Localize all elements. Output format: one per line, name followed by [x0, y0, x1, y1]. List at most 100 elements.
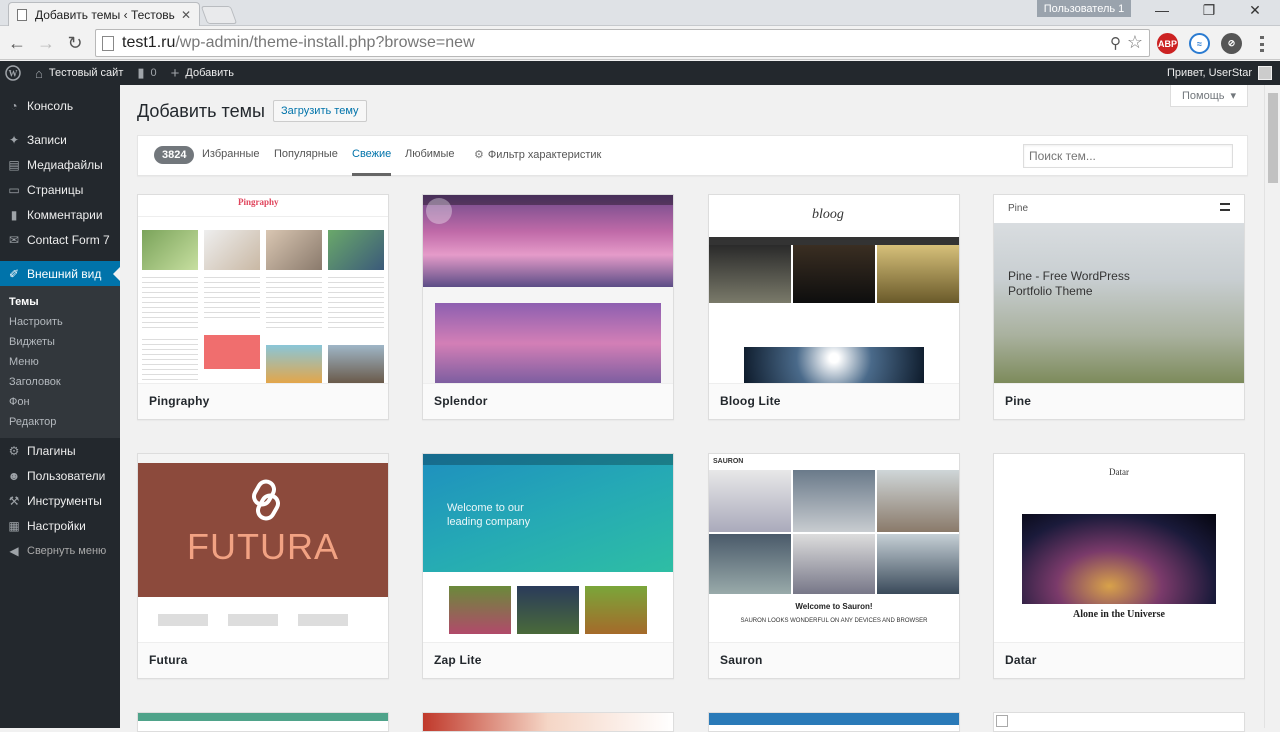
- theme-card[interactable]: [137, 712, 389, 732]
- submenu-editor[interactable]: Редактор: [0, 412, 120, 432]
- theme-card[interactable]: Splendor: [422, 194, 674, 420]
- sidebar-item-tools[interactable]: ⚒ Инструменты: [0, 488, 120, 513]
- sidebar-item-appearance[interactable]: ✐ Внешний вид: [0, 261, 120, 286]
- address-bar[interactable]: test1.ru/wp-admin/theme-install.php?brow…: [95, 29, 1150, 57]
- sidebar-item-label: Плагины: [27, 443, 76, 458]
- plus-icon: +: [170, 64, 180, 82]
- preview-logo: SAURON: [713, 458, 744, 465]
- theme-name: Sauron: [709, 643, 959, 678]
- users-icon: ☻: [7, 468, 21, 483]
- minimize-icon[interactable]: —: [1147, 2, 1177, 22]
- sidebar-item-users[interactable]: ☻ Пользователи: [0, 463, 120, 488]
- add-new-link[interactable]: + Добавить: [164, 61, 241, 85]
- preview-headline: Portfolio Theme: [1008, 284, 1093, 298]
- submenu-customize[interactable]: Настроить: [0, 312, 120, 332]
- help-button[interactable]: Помощь ▾: [1170, 85, 1248, 107]
- sidebar-item-comments[interactable]: ▮ Комментарии: [0, 202, 120, 227]
- theme-screenshot: bloog: [709, 195, 959, 384]
- theme-card[interactable]: [708, 712, 960, 732]
- avatar: [1258, 66, 1272, 80]
- theme-search-input[interactable]: [1023, 144, 1233, 168]
- sidebar-item-label: Консоль: [27, 98, 74, 113]
- sidebar-item-settings[interactable]: ▦ Настройки: [0, 513, 120, 538]
- scrollbar-thumb[interactable]: [1268, 93, 1278, 183]
- sidebar-item-label: Инструменты: [27, 493, 102, 508]
- submenu-header[interactable]: Заголовок: [0, 372, 120, 392]
- admin-sidebar: ◔ Консоль ✦ Записи ▤ Медиафайлы ▭ Страницы ▮…: [0, 85, 120, 728]
- adblock-icon[interactable]: ABP: [1157, 33, 1178, 54]
- restore-icon[interactable]: ❐: [1194, 2, 1224, 22]
- theme-count-badge: 3824: [154, 146, 195, 164]
- sidebar-item-contact-form[interactable]: ✉ Contact Form 7: [0, 227, 120, 252]
- submenu-background[interactable]: Фон: [0, 392, 120, 412]
- theme-card[interactable]: Welcome to our leading company Zap Lite: [422, 453, 674, 679]
- sidebar-item-plugins[interactable]: ⚙ Плагины: [0, 438, 120, 463]
- theme-card[interactable]: Pingraphy Pingraphy: [137, 194, 389, 420]
- theme-card[interactable]: bloog Bloog Lite: [708, 194, 960, 420]
- browser-toolbar: ← → ↻ test1.ru/wp-admin/theme-install.ph…: [0, 26, 1280, 60]
- site-name: Тестовый сайт: [48, 67, 124, 79]
- tab-close-icon[interactable]: ✕: [181, 8, 191, 22]
- collapse-arrow-icon: ◀: [9, 543, 19, 558]
- tab-favorites[interactable]: Любимые: [405, 148, 455, 160]
- theme-screenshot: SAURON Welcome to Sauron! SAURON LOOKS W…: [709, 454, 959, 643]
- my-account[interactable]: Привет, UserStar: [1167, 61, 1272, 85]
- sidebar-item-media[interactable]: ▤ Медиафайлы: [0, 152, 120, 177]
- sidebar-item-label: Страницы: [27, 182, 84, 197]
- browser-menu-icon[interactable]: [1255, 36, 1269, 52]
- plugin-icon: ⚙: [8, 443, 20, 458]
- wp-admin-bar: W ⌂ Тестовый сайт ▮ 0 + Добавить Привет,…: [0, 61, 1280, 85]
- theme-card[interactable]: Datar Alone in the Universe Datar: [993, 453, 1245, 679]
- pin-icon: ✦: [8, 132, 20, 147]
- theme-name: Datar: [994, 643, 1244, 678]
- theme-card[interactable]: SAURON Welcome to Sauron! SAURON LOOKS W…: [708, 453, 960, 679]
- page-info-icon[interactable]: [102, 35, 114, 51]
- sidebar-item-label: Комментарии: [27, 207, 103, 222]
- theme-filter-bar: 3824 Избранные Популярные Свежие Любимые…: [137, 135, 1248, 176]
- wordpress-logo-icon[interactable]: W: [0, 61, 28, 85]
- feature-filter-label: Фильтр характеристик: [487, 149, 602, 161]
- appearance-submenu: Темы Настроить Виджеты Меню Заголовок Фо…: [0, 286, 120, 438]
- sidebar-item-dashboard[interactable]: ◔ Консоль: [0, 93, 120, 118]
- url-path: /wp-admin/theme-install.php?browse=new: [175, 34, 475, 51]
- theme-card[interactable]: [993, 712, 1245, 732]
- submenu-menus[interactable]: Меню: [0, 352, 120, 372]
- page-icon: [17, 8, 27, 21]
- forward-icon[interactable]: →: [34, 31, 58, 55]
- feature-filter-button[interactable]: ⚙ Фильтр характеристик: [474, 148, 601, 161]
- sync-extension-icon[interactable]: ≈: [1189, 33, 1210, 54]
- theme-card[interactable]: [422, 712, 674, 732]
- theme-screenshot: Datar Alone in the Universe: [994, 454, 1244, 643]
- brush-icon: ✐: [8, 266, 20, 281]
- comments-link[interactable]: ▮ 0: [130, 61, 163, 85]
- sidebar-item-pages[interactable]: ▭ Страницы: [0, 177, 120, 202]
- comments-count: 0: [150, 67, 157, 79]
- tab-popular[interactable]: Популярные: [274, 148, 338, 160]
- upload-theme-button[interactable]: Загрузить тему: [273, 100, 367, 122]
- submenu-widgets[interactable]: Виджеты: [0, 332, 120, 352]
- browser-tabstrip: Добавить темы ‹ Тестовы ✕ Пользователь 1…: [0, 0, 1280, 26]
- sidebar-item-posts[interactable]: ✦ Записи: [0, 127, 120, 152]
- block-extension-icon[interactable]: ⊘: [1221, 33, 1242, 54]
- site-name-link[interactable]: ⌂ Тестовый сайт: [28, 61, 130, 85]
- bookmark-star-icon[interactable]: ☆: [1127, 32, 1143, 53]
- reload-icon[interactable]: ↻: [63, 31, 87, 55]
- zoom-icon[interactable]: ⚲: [1110, 34, 1121, 52]
- theme-card[interactable]: FUTURA Futura: [137, 453, 389, 679]
- browser-tab[interactable]: Добавить темы ‹ Тестовы ✕: [8, 2, 200, 26]
- submenu-themes[interactable]: Темы: [0, 292, 120, 312]
- preview-headline: Welcome to Sauron!: [795, 602, 873, 611]
- sidebar-item-label: Contact Form 7: [27, 232, 110, 247]
- theme-card[interactable]: Pine Pine - Free WordPress Portfolio The…: [993, 194, 1245, 420]
- greeting: Привет, UserStar: [1167, 67, 1252, 79]
- preview-tagline: SAURON LOOKS WONDERFUL ON ANY DEVICES AN…: [740, 618, 928, 624]
- page-scrollbar[interactable]: [1264, 85, 1280, 728]
- profile-badge[interactable]: Пользователь 1: [1037, 0, 1131, 17]
- back-icon[interactable]: ←: [5, 31, 29, 55]
- tab-latest[interactable]: Свежие: [352, 148, 392, 176]
- close-window-icon[interactable]: ✕: [1240, 2, 1270, 22]
- wrench-icon: ⚒: [8, 493, 20, 508]
- tab-featured[interactable]: Избранные: [202, 148, 260, 160]
- new-tab-button[interactable]: [200, 6, 238, 24]
- collapse-menu-button[interactable]: ◀ Свернуть меню: [0, 538, 120, 563]
